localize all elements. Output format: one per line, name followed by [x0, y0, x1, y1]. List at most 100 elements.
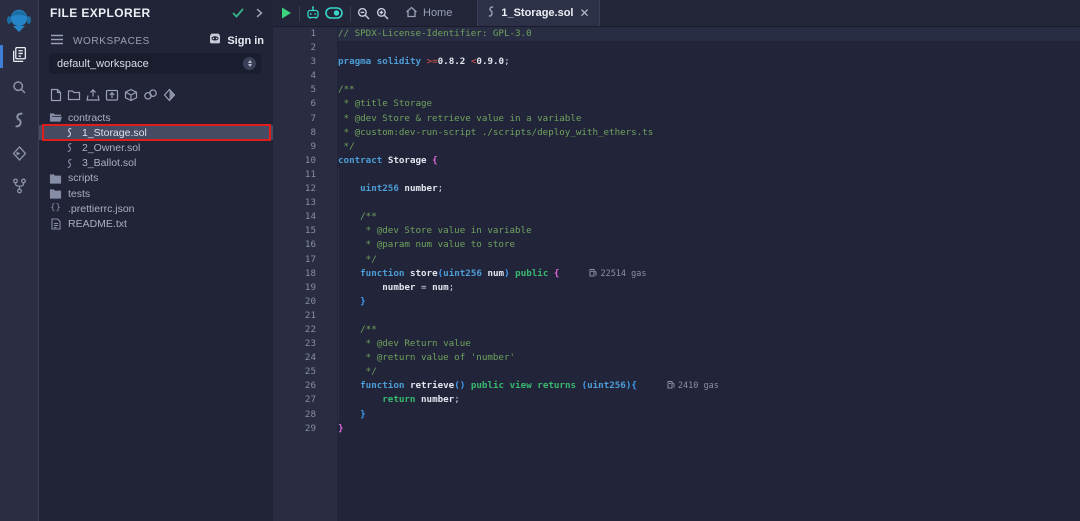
code-line-6[interactable]: * @title Storage	[338, 97, 1080, 111]
zoom-out-icon[interactable]	[357, 7, 370, 20]
github-icon	[208, 32, 222, 50]
hamburger-menu-icon[interactable]	[50, 32, 64, 50]
tree-item-contracts[interactable]: contracts	[39, 110, 273, 125]
workspace-name: default_workspace	[57, 58, 243, 70]
upload-file-icon[interactable]	[86, 88, 100, 102]
line-number: 9	[273, 140, 316, 154]
accept-check-icon[interactable]	[232, 8, 244, 18]
code-line-24[interactable]: * @return value of 'number'	[338, 351, 1080, 365]
code-line-19[interactable]: number = num;	[338, 281, 1080, 295]
link-icon[interactable]	[143, 88, 158, 102]
copilot-toggle[interactable]	[325, 7, 343, 19]
tree-item-tests[interactable]: tests	[39, 186, 273, 201]
code-line-12[interactable]: uint256 number;	[338, 182, 1080, 196]
folder-icon	[49, 188, 62, 199]
code-line-23[interactable]: * @dev Return value	[338, 337, 1080, 351]
line-number: 22	[273, 323, 316, 337]
panel-title: FILE EXPLORER	[50, 6, 151, 20]
file-explorer-header: FILE EXPLORER	[50, 6, 263, 20]
code-line-9[interactable]: */	[338, 140, 1080, 154]
folder-icon	[49, 173, 62, 184]
sidebar-item-file-explorer[interactable]	[0, 40, 39, 73]
code-line-15[interactable]: * @dev Store value in variable	[338, 224, 1080, 238]
tree-item-.prettierrc.json[interactable]: {}.prettierrc.json	[39, 201, 273, 216]
line-number-gutter: 1234567891011121314151617181920212223242…	[273, 27, 337, 521]
tree-item-README.txt[interactable]: README.txt	[39, 216, 273, 231]
collapse-chevron-icon[interactable]	[256, 8, 263, 18]
sign-in-button[interactable]: Sign in	[227, 35, 264, 47]
solidity-compiler-icon	[12, 112, 26, 133]
line-number: 1	[273, 27, 316, 41]
line-number: 28	[273, 408, 316, 422]
tab-close-icon[interactable]: ✕	[579, 7, 589, 19]
code-line-5[interactable]: /**	[338, 83, 1080, 97]
new-folder-icon[interactable]	[67, 88, 81, 102]
sidebar-item-git[interactable]	[0, 172, 39, 205]
tree-item-1_Storage.sol[interactable]: 1_Storage.sol	[39, 125, 273, 140]
code-line-26[interactable]: function retrieve() public view returns …	[338, 379, 1080, 393]
code-line-16[interactable]: * @param num value to store	[338, 238, 1080, 252]
sidebar-item-deploy-run[interactable]	[0, 139, 39, 172]
line-number: 27	[273, 393, 316, 407]
code-line-7[interactable]: * @dev Store & retrieve value in a varia…	[338, 112, 1080, 126]
code-content[interactable]: // SPDX-License-Identifier: GPL-3.0 pragm…	[337, 27, 1080, 521]
upload-folder-icon[interactable]	[105, 88, 119, 102]
deploy-run-icon	[11, 146, 27, 166]
code-line-14[interactable]: /**	[338, 210, 1080, 224]
line-number: 20	[273, 295, 316, 309]
code-line-8[interactable]: * @custom:dev-run-script ./scripts/deplo…	[338, 126, 1080, 140]
tree-item-label: tests	[68, 188, 90, 200]
gem-icon[interactable]	[163, 88, 176, 102]
code-line-3[interactable]: pragma solidity >=0.8.2 <0.9.0;	[338, 55, 1080, 69]
editor-topbar: Home 1_Storage.sol ✕	[273, 0, 1080, 27]
code-line-4[interactable]	[338, 69, 1080, 83]
workspace-select[interactable]: default_workspace	[49, 53, 261, 74]
line-number: 15	[273, 224, 316, 238]
tree-item-2_Owner.sol[interactable]: 2_Owner.sol	[39, 140, 273, 155]
solidity-icon	[63, 127, 76, 138]
line-number: 16	[273, 238, 316, 252]
code-line-28[interactable]: }	[338, 408, 1080, 422]
remix-logo[interactable]	[0, 0, 39, 40]
code-line-11[interactable]	[338, 168, 1080, 182]
line-number: 13	[273, 196, 316, 210]
line-number: 24	[273, 351, 316, 365]
gas-estimate-badge: 2410 gas	[667, 381, 719, 391]
workspaces-label: WORKSPACES	[73, 36, 150, 47]
remix-ai-button[interactable]	[305, 5, 321, 21]
home-tab-label: Home	[423, 7, 452, 19]
file-explorer-toolbar	[50, 88, 176, 102]
code-line-22[interactable]: /**	[338, 323, 1080, 337]
sidebar-item-solidity-compiler[interactable]	[0, 106, 39, 139]
code-line-13[interactable]	[338, 196, 1080, 210]
code-line-27[interactable]: return number;	[338, 393, 1080, 407]
file-tree: contracts1_Storage.sol2_Owner.sol3_Ballo…	[39, 110, 273, 232]
tree-item-scripts[interactable]: scripts	[39, 171, 273, 186]
zoom-in-icon[interactable]	[376, 7, 389, 20]
braces-icon: {}	[49, 203, 62, 214]
new-file-icon[interactable]	[50, 88, 62, 102]
code-line-25[interactable]: */	[338, 365, 1080, 379]
line-number: 18	[273, 267, 316, 281]
code-line-17[interactable]: */	[338, 253, 1080, 267]
tree-item-label: contracts	[68, 112, 111, 124]
tree-item-3_Ballot.sol[interactable]: 3_Ballot.sol	[39, 156, 273, 171]
cube-icon[interactable]	[124, 88, 138, 102]
code-line-10[interactable]: contract Storage {	[338, 154, 1080, 168]
line-number: 23	[273, 337, 316, 351]
editor-pane: Home 1_Storage.sol ✕ 1234567891011121314…	[273, 0, 1080, 521]
code-line-29[interactable]: }	[338, 422, 1080, 436]
sidebar-item-search[interactable]	[0, 73, 39, 106]
tab-1-storage-sol[interactable]: 1_Storage.sol ✕	[477, 0, 599, 26]
code-line-18[interactable]: function store(uint256 num) public {2251…	[338, 267, 1080, 281]
code-line-1[interactable]: // SPDX-License-Identifier: GPL-3.0	[338, 27, 1080, 41]
home-icon	[405, 6, 418, 21]
run-script-button[interactable]	[279, 6, 293, 20]
line-number: 8	[273, 126, 316, 140]
line-number: 5	[273, 83, 316, 97]
code-line-20[interactable]: }	[338, 295, 1080, 309]
workspace-select-arrows-icon	[243, 57, 256, 70]
code-line-21[interactable]	[338, 309, 1080, 323]
code-line-2[interactable]	[338, 41, 1080, 55]
tab-home[interactable]: Home	[405, 6, 452, 21]
